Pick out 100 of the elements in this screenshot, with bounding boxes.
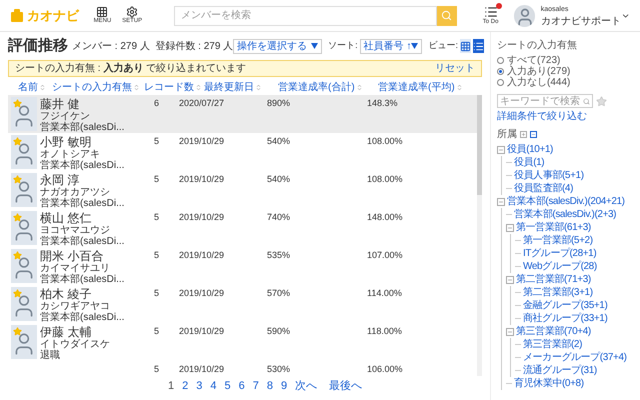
member-department: 営業本部(salesDi... bbox=[40, 122, 124, 133]
user-avatar[interactable] bbox=[514, 4, 535, 26]
member-name[interactable]: 永岡 淳 bbox=[40, 173, 124, 187]
tree-item[interactable]: 商社グループ(33+1) bbox=[523, 311, 608, 326]
page-link[interactable]: 6 bbox=[238, 378, 245, 394]
page-link[interactable]: 2 bbox=[182, 378, 188, 394]
radio-button[interactable] bbox=[497, 68, 504, 75]
page-link[interactable]: 7 bbox=[252, 378, 259, 394]
tree-item[interactable]: 役員(1) bbox=[514, 155, 544, 170]
member-department: 退職 bbox=[40, 350, 61, 361]
scrollbar[interactable] bbox=[477, 95, 482, 376]
tree-item[interactable]: 役員(10+1) bbox=[507, 142, 553, 157]
view-label: ビュー: bbox=[428, 39, 458, 52]
sort-select[interactable]: 社員番号 ↑ bbox=[360, 38, 422, 54]
sort-icon[interactable] bbox=[456, 84, 463, 90]
tree-item[interactable]: 流通グループ(31) bbox=[523, 363, 597, 378]
member-counts: メンバー : 279 人 登録件数 : 279 人 bbox=[72, 40, 234, 54]
record-count: 5 bbox=[152, 363, 159, 375]
tree-item[interactable]: 第二営業部(71+3) bbox=[516, 272, 591, 287]
collapse-icon[interactable] bbox=[506, 276, 514, 284]
tree-item[interactable]: 第二営業部(3+1) bbox=[523, 285, 593, 300]
search-icon bbox=[583, 98, 590, 104]
column-header[interactable]: 営業達成率(平均) bbox=[378, 80, 455, 94]
tree-item[interactable]: 第三営業部(70+4) bbox=[516, 324, 591, 339]
member-name[interactable]: 小野 敏明 bbox=[40, 135, 124, 149]
page-link[interactable]: 3 bbox=[196, 378, 202, 394]
updated-date: 2019/10/29 bbox=[179, 325, 226, 337]
sort-icon[interactable] bbox=[39, 84, 46, 90]
total-rate: 540% bbox=[267, 135, 292, 147]
member-kana: ナガオカアツシ bbox=[40, 187, 111, 198]
record-count: 5 bbox=[152, 325, 159, 337]
page-title: 評価推移 bbox=[8, 36, 68, 56]
page-link[interactable]: 9 bbox=[281, 378, 288, 394]
collapse-icon[interactable] bbox=[497, 198, 505, 206]
sort-icon[interactable] bbox=[356, 84, 363, 90]
tree-item[interactable]: 育児休業中(0+8) bbox=[514, 376, 584, 391]
tree-item[interactable]: 営業本部(salesDiv.)(2+3) bbox=[514, 207, 616, 222]
radio-button[interactable] bbox=[497, 57, 504, 64]
tree-item[interactable]: Webグループ(28) bbox=[523, 259, 597, 274]
star-icon[interactable] bbox=[596, 96, 607, 106]
sort-icon[interactable] bbox=[255, 84, 262, 90]
record-count: 5 bbox=[152, 173, 159, 185]
page-link[interactable]: 1 bbox=[168, 378, 174, 394]
tree-item[interactable]: 営業本部(salesDiv.)(204+21) bbox=[507, 194, 625, 209]
member-name[interactable]: 開米 小百合 bbox=[40, 249, 124, 263]
member-name[interactable]: 横山 悠仁 bbox=[40, 211, 124, 225]
advanced-filter-link[interactable]: 詳細条件で絞り込む bbox=[497, 109, 640, 124]
star-icon bbox=[13, 251, 22, 260]
member-name[interactable]: 柏木 綾子 bbox=[40, 287, 124, 301]
search-field[interactable]: メンバーを検索 bbox=[174, 6, 437, 26]
collapse-icon[interactable] bbox=[506, 328, 514, 336]
star-icon bbox=[13, 213, 22, 222]
action-select[interactable]: 操作を選択する bbox=[233, 38, 322, 54]
expand-all-icon[interactable] bbox=[520, 131, 527, 138]
column-header[interactable]: 名前 bbox=[18, 80, 38, 94]
tree-item[interactable]: 役員監査部(4) bbox=[514, 181, 574, 196]
updated-date: 2019/10/29 bbox=[179, 363, 226, 375]
tree-item[interactable]: 第一営業部(61+3) bbox=[516, 220, 591, 235]
sort-icon[interactable] bbox=[195, 84, 202, 90]
keyword-search-field[interactable]: キーワードで検索 bbox=[497, 94, 593, 108]
radio-button[interactable] bbox=[497, 79, 504, 86]
reset-link[interactable]: リセット bbox=[435, 61, 475, 76]
page-link[interactable]: 8 bbox=[266, 378, 273, 394]
column-header[interactable]: 最終更新日 bbox=[204, 80, 254, 94]
column-header[interactable]: レコード数 bbox=[144, 80, 194, 94]
sort-icon[interactable] bbox=[133, 84, 140, 90]
column-header[interactable]: 営業達成率(合計) bbox=[278, 80, 355, 94]
updated-date: 2019/10/29 bbox=[179, 173, 226, 185]
tree-item[interactable]: メーカーグループ(37+4) bbox=[523, 350, 627, 365]
table-row[interactable]: 藤井 健 フジイケン 営業本部(salesDi... 6 2020/07/27 890% 148.3% bbox=[8, 95, 477, 133]
grid-view-button[interactable] bbox=[460, 39, 471, 53]
collapse-all-icon[interactable] bbox=[530, 131, 537, 138]
member-name[interactable]: 伊藤 太輔 bbox=[40, 325, 110, 339]
total-rate: 535% bbox=[267, 249, 292, 261]
tree-item[interactable]: 第一営業部(5+2) bbox=[523, 233, 593, 248]
search-button[interactable] bbox=[436, 6, 457, 26]
tree-item[interactable]: 金融グループ(35+1) bbox=[523, 298, 608, 313]
tree-item[interactable]: ITグループ(28+1) bbox=[523, 246, 596, 261]
radio-label[interactable]: 入力あり(279) bbox=[507, 66, 570, 77]
member-name[interactable]: 藤井 健 bbox=[40, 97, 124, 111]
record-count: 5 bbox=[152, 249, 159, 261]
column-header[interactable]: シートの入力有無 bbox=[52, 80, 132, 94]
collapse-icon[interactable] bbox=[497, 146, 505, 154]
list-view-button[interactable] bbox=[472, 39, 484, 53]
updated-date: 2019/10/29 bbox=[179, 211, 226, 223]
page-link[interactable]: 4 bbox=[210, 378, 216, 394]
collapse-icon[interactable] bbox=[506, 224, 514, 232]
person-photo bbox=[11, 249, 37, 283]
total-rate: 540% bbox=[267, 173, 292, 185]
radio-label[interactable]: 入力なし(444) bbox=[507, 77, 570, 88]
tree-item[interactable]: 第三営業部(2) bbox=[523, 337, 582, 352]
next-link[interactable]: 次へ bbox=[295, 378, 318, 394]
average-rate: 108.00% bbox=[367, 173, 404, 185]
average-rate: 148.3% bbox=[367, 97, 399, 109]
todo-icon bbox=[484, 5, 498, 19]
radio-label[interactable]: すべて(723) bbox=[507, 55, 560, 66]
tree-item[interactable]: 役員人事部(5+1) bbox=[514, 168, 584, 183]
last-link[interactable]: 最後へ bbox=[329, 378, 362, 394]
page-link[interactable]: 5 bbox=[224, 378, 231, 394]
person-photo bbox=[11, 173, 37, 207]
